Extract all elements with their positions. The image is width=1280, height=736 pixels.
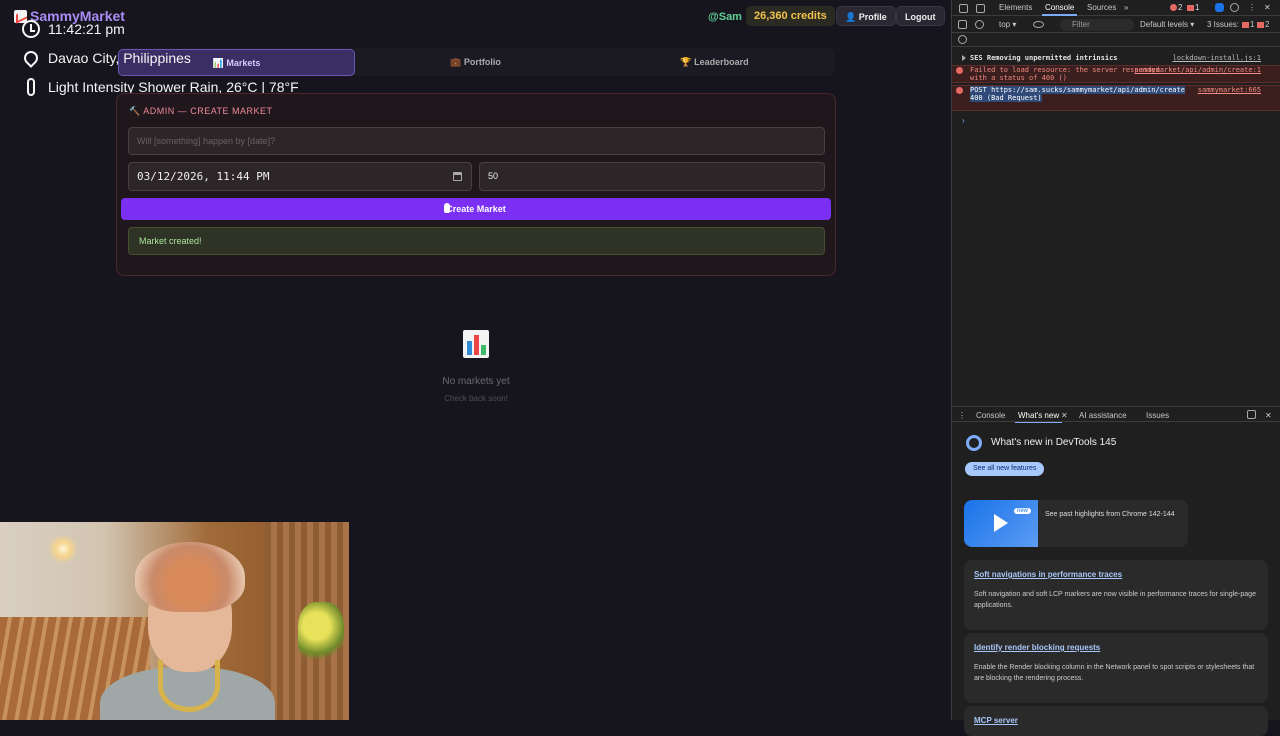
sidebar-toggle-icon[interactable] xyxy=(958,20,967,29)
feature-card: Identify render blocking requests Enable… xyxy=(964,633,1268,703)
feature-description: Soft navigation and soft LCP markers are… xyxy=(974,591,1256,609)
new-badge: new xyxy=(1014,508,1032,514)
eye-icon[interactable] xyxy=(1033,21,1044,28)
feature-title-link[interactable]: MCP server xyxy=(974,716,1018,725)
overlay-time-text: 11:42:21 pm xyxy=(48,21,125,37)
devtools-logo-icon xyxy=(966,435,982,451)
close-tab-icon[interactable]: ✕ xyxy=(1061,411,1068,420)
empty-state-title: No markets yet xyxy=(442,376,510,387)
settings-gear-icon[interactable] xyxy=(1230,3,1239,12)
sammymarket-app: SammyMarket @Sam 26,360 credits 👤 Profil… xyxy=(0,0,951,720)
profile-button[interactable]: 👤 Profile xyxy=(836,6,896,26)
admin-create-market-panel: 🔨 ADMIN — CREATE MARKET 03/12/2026, 11:4… xyxy=(116,93,836,276)
error-count-badge[interactable]: 2 xyxy=(1170,3,1182,12)
inspect-icon[interactable] xyxy=(959,4,968,13)
console-log-area: SES Removing unpermitted intrinsics lock… xyxy=(952,48,1280,406)
drawer-menu-icon[interactable]: ⋮ xyxy=(958,411,966,420)
devtools-tab-console[interactable]: Console xyxy=(1041,3,1078,16)
top-navbar: SammyMarket @Sam 26,360 credits 👤 Profil… xyxy=(0,0,951,34)
issues-warning-count[interactable]: 2 xyxy=(1257,20,1269,29)
feature-description: Enable the Render blocking column in the… xyxy=(974,664,1255,682)
close-drawer-icon[interactable]: ✕ xyxy=(1265,411,1272,420)
highlights-video-card[interactable]: new See past highlights from Chrome 142-… xyxy=(964,500,1188,547)
issues-label[interactable]: 3 Issues: xyxy=(1207,20,1239,29)
error-icon xyxy=(956,87,963,94)
whats-new-title: What's new in DevTools 145 xyxy=(991,437,1117,448)
ai-assistance-icon[interactable] xyxy=(1215,3,1224,12)
issues-error-count[interactable]: 1 xyxy=(1242,20,1254,29)
logout-button[interactable]: Logout xyxy=(896,6,945,26)
drawer-tab-console[interactable]: Console xyxy=(976,411,1005,420)
error-icon xyxy=(956,67,963,74)
devtools-tabbar: Elements Console Sources » 2 1 ⋮ ✕ xyxy=(952,0,1280,16)
play-icon xyxy=(994,514,1008,532)
devtools-panel: Elements Console Sources » 2 1 ⋮ ✕ top ▾… xyxy=(951,0,1280,736)
console-log-line[interactable]: SES Removing unpermitted intrinsics lock… xyxy=(952,54,1280,62)
stream-overlay-time: 11:42:21 pm xyxy=(22,20,125,38)
empty-state-subtitle: Check back soon! xyxy=(444,394,508,403)
devtools-tab-sources[interactable]: Sources xyxy=(1087,3,1116,12)
more-tabs-icon[interactable]: » xyxy=(1124,3,1128,12)
expand-arrow-icon[interactable] xyxy=(962,55,966,61)
close-date-input[interactable]: 03/12/2026, 11:44 PM xyxy=(128,162,472,191)
thermometer-icon xyxy=(27,78,35,96)
close-devtools-icon[interactable]: ✕ xyxy=(1264,3,1271,12)
success-message: Market created! xyxy=(128,227,825,255)
console-settings-row xyxy=(952,33,1280,47)
warning-count-badge[interactable]: 1 xyxy=(1187,3,1199,12)
whats-new-panel: What's new in DevTools 145 See all new f… xyxy=(952,423,1280,736)
log-source-link[interactable]: lockdown-install.js:1 xyxy=(1172,54,1261,62)
tab-portfolio[interactable]: 💼 Portfolio xyxy=(357,49,594,76)
feature-card: Soft navigations in performance traces S… xyxy=(964,560,1268,630)
feature-title-link[interactable]: Identify render blocking requests xyxy=(974,643,1100,652)
drawer-tab-whats-new[interactable]: What's new xyxy=(1014,411,1063,424)
context-selector[interactable]: top ▾ xyxy=(999,20,1016,29)
calendar-icon[interactable] xyxy=(453,172,462,181)
dock-drawer-icon[interactable] xyxy=(1247,410,1256,419)
location-pin-icon xyxy=(21,48,41,68)
devtools-tab-elements[interactable]: Elements xyxy=(999,3,1032,12)
log-source-link[interactable]: sammymarket:665 xyxy=(1198,86,1261,94)
overlay-location-text: Davao City, Philippines xyxy=(48,50,191,66)
feature-title-link[interactable]: Soft navigations in performance traces xyxy=(974,570,1122,579)
bar-chart-icon xyxy=(463,330,489,358)
mouse-cursor-icon xyxy=(444,203,450,213)
kebab-menu-icon[interactable]: ⋮ xyxy=(1248,3,1256,12)
close-date-value: 03/12/2026, 11:44 PM xyxy=(137,170,270,183)
console-error-line[interactable]: Failed to load resource: the server resp… xyxy=(952,65,1280,83)
video-caption: See past highlights from Chrome 142-144 xyxy=(1045,511,1175,518)
initial-liquidity-input[interactable]: 50 xyxy=(479,162,825,191)
clock-icon xyxy=(22,20,40,38)
log-levels-dropdown[interactable]: Default levels ▾ xyxy=(1140,20,1194,29)
console-error-line[interactable]: POST https://sam.sucks/sammymarket/api/a… xyxy=(952,85,1280,111)
console-toolbar: top ▾ Filter Default levels ▾ 3 Issues: … xyxy=(952,17,1280,33)
console-settings-gear-icon[interactable] xyxy=(958,35,967,44)
main-tabs: 📊 Markets 💼 Portfolio 🏆 Leaderboard xyxy=(117,48,835,76)
drawer-tabbar: ⋮ Console What's new ✕ AI assistance Iss… xyxy=(952,406,1280,424)
webcam-overlay xyxy=(0,522,349,720)
stream-overlay-location: Davao City, Philippines xyxy=(21,48,191,68)
market-question-input[interactable] xyxy=(128,127,825,155)
feature-card: MCP server xyxy=(964,706,1268,736)
see-all-features-button[interactable]: See all new features xyxy=(965,462,1045,476)
admin-panel-title: 🔨 ADMIN — CREATE MARKET xyxy=(129,106,273,116)
video-thumbnail[interactable]: new xyxy=(964,500,1038,547)
console-prompt[interactable]: › xyxy=(962,116,965,125)
streamer-figure xyxy=(100,542,275,720)
tab-leaderboard[interactable]: 🏆 Leaderboard xyxy=(596,49,833,76)
device-toolbar-icon[interactable] xyxy=(976,4,985,13)
user-handle: @Sam xyxy=(708,11,742,23)
drawer-tab-issues[interactable]: Issues xyxy=(1146,411,1169,420)
clear-console-icon[interactable] xyxy=(975,20,984,29)
create-market-button[interactable]: Create Market xyxy=(121,198,831,220)
credits-badge: 26,360 credits xyxy=(746,6,835,26)
drawer-tab-ai-assistance[interactable]: AI assistance xyxy=(1079,411,1127,420)
markets-empty-state: No markets yet Check back soon! xyxy=(376,330,576,403)
console-filter-input[interactable]: Filter xyxy=(1060,19,1134,31)
log-source-link[interactable]: sammymarket/api/admin/create:1 xyxy=(1135,66,1261,74)
